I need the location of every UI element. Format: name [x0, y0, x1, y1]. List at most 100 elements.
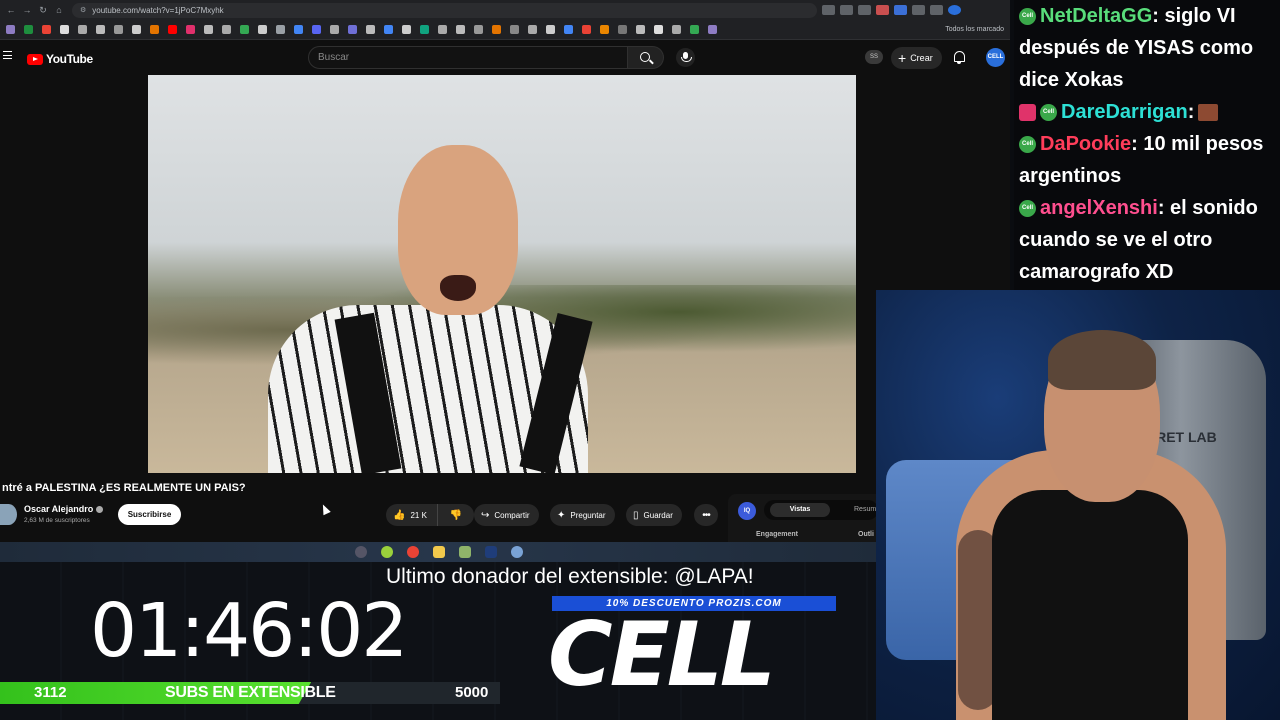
vidiq-logo[interactable]: IQ	[738, 502, 756, 520]
bookmark-icon[interactable]	[204, 25, 213, 34]
app-icon[interactable]	[459, 546, 471, 558]
more-actions-button[interactable]: •••	[694, 504, 718, 526]
bookmark-icon[interactable]	[618, 25, 627, 34]
media-control-icon[interactable]	[930, 5, 943, 15]
bookmark-icon[interactable]	[222, 25, 231, 34]
channel-avatar[interactable]	[0, 504, 17, 525]
channel-name[interactable]: Oscar Alejandro	[24, 504, 104, 514]
bookmark-icon[interactable]	[294, 25, 303, 34]
bookmark-icon[interactable]	[546, 25, 555, 34]
profile-icon[interactable]	[948, 5, 961, 15]
all-bookmarks-folder[interactable]: Todos los marcado	[945, 26, 1004, 33]
bookmark-icon[interactable]	[564, 25, 573, 34]
x-icon[interactable]	[60, 25, 69, 34]
voice-search-icon[interactable]	[676, 48, 695, 67]
gmail-icon[interactable]	[42, 25, 51, 34]
thumbs-up-icon: 👍	[393, 509, 406, 521]
bookmark-icon[interactable]	[384, 25, 393, 34]
emote-icon	[1198, 104, 1219, 122]
stream-screen: ← → ↻ ⌂ ⚙ youtube.com/watch?v=1jPoC7Mxyh…	[0, 0, 1280, 720]
chat-panel: Cell NetDeltaGG: siglo VI después de YISA…	[1014, 0, 1280, 290]
chat-username[interactable]: DaPookie	[1040, 133, 1131, 155]
share-button[interactable]: ↪ Compartir	[474, 504, 539, 526]
search-button[interactable]	[628, 46, 664, 69]
bookmark-icon[interactable]	[636, 25, 645, 34]
app-icon[interactable]	[355, 546, 367, 558]
bookmark-icon[interactable]	[438, 25, 447, 34]
search-input[interactable]: Buscar	[308, 46, 628, 69]
bookmark-icon[interactable]	[240, 25, 249, 34]
tab-vistas[interactable]: Vistas	[770, 503, 830, 517]
bookmark-icon[interactable]	[654, 25, 663, 34]
chat-username[interactable]: angelXenshi	[1040, 197, 1158, 219]
create-button[interactable]: + Crear	[891, 47, 942, 69]
bookmark-icon[interactable]	[600, 25, 609, 34]
chat-username[interactable]: NetDeltaGG	[1040, 5, 1152, 27]
bookmark-icon[interactable]	[492, 25, 501, 34]
bookmark-icon[interactable]	[312, 25, 321, 34]
bookmark-icon[interactable]	[366, 25, 375, 34]
last-donor-text: Ultimo donador del extensible: @LAPA!	[386, 565, 754, 588]
sparkle-icon: ✦	[557, 509, 566, 521]
home-icon[interactable]: ⌂	[54, 5, 64, 15]
youtube-bookmark-icon[interactable]	[168, 25, 177, 34]
bookmark-icon[interactable]	[420, 25, 429, 34]
tab-resumen[interactable]: Resum	[854, 503, 876, 517]
save-button[interactable]: ▯ Guardar	[626, 504, 682, 526]
bookmark-star-icon[interactable]	[858, 5, 871, 15]
youtube-play-icon	[27, 53, 43, 65]
chat-message: Cell DareDarrigan:	[1014, 96, 1280, 128]
bookmark-icon[interactable]	[78, 25, 87, 34]
drive-icon[interactable]	[690, 25, 699, 34]
bookmark-icon[interactable]	[402, 25, 411, 34]
bookmark-icon[interactable]	[24, 25, 33, 34]
bookmark-icon[interactable]	[528, 25, 537, 34]
bookmark-icon[interactable]	[582, 25, 591, 34]
chrome-icon[interactable]	[407, 546, 419, 558]
app-icon[interactable]	[511, 546, 523, 558]
forward-icon[interactable]: →	[22, 5, 32, 15]
bookmark-icon[interactable]	[6, 25, 15, 34]
bookmark-icon[interactable]	[258, 25, 267, 34]
extensions-puzzle-icon[interactable]	[912, 5, 925, 15]
bookmark-icon[interactable]	[150, 25, 159, 34]
instagram-icon[interactable]	[186, 25, 195, 34]
extension-badge[interactable]: SS	[865, 50, 883, 64]
save-label: Guardar	[643, 510, 673, 520]
bookmark-icon[interactable]	[456, 25, 465, 34]
like-button[interactable]: 👍 21 K	[386, 504, 438, 526]
outlier-label: Outli	[858, 531, 874, 538]
photoshop-icon[interactable]	[485, 546, 497, 558]
address-bar[interactable]: ⚙ youtube.com/watch?v=1jPoC7Mxyhk	[72, 2, 817, 18]
notifications-bell-icon[interactable]	[954, 51, 965, 64]
chat-username[interactable]: DareDarrigan	[1061, 101, 1188, 123]
bookmark-icon[interactable]	[348, 25, 357, 34]
youtube-logo[interactable]: YouTube	[27, 52, 93, 66]
site-info-icon[interactable]: ⚙	[80, 6, 86, 14]
reload-icon[interactable]: ↻	[38, 5, 48, 16]
bookmark-icon[interactable]	[474, 25, 483, 34]
mouse-cursor-icon	[319, 502, 331, 516]
hamburger-menu-icon[interactable]	[3, 51, 12, 59]
dislike-button[interactable]: 👎	[438, 510, 474, 521]
account-avatar[interactable]: CELL	[986, 48, 1005, 67]
bookmark-icon[interactable]	[672, 25, 681, 34]
extension-icon[interactable]	[876, 5, 889, 15]
extension-icon[interactable]	[894, 5, 907, 15]
bookmark-icon[interactable]	[510, 25, 519, 34]
share-page-icon[interactable]	[840, 5, 853, 15]
bookmark-icon[interactable]	[330, 25, 339, 34]
video-player[interactable]	[148, 75, 856, 473]
bookmark-icon[interactable]	[276, 25, 285, 34]
bookmark-icon[interactable]	[114, 25, 123, 34]
ask-button[interactable]: ✦ Preguntar	[550, 504, 615, 526]
bookmark-icon[interactable]	[96, 25, 105, 34]
back-icon[interactable]: ←	[6, 5, 16, 15]
chat-message: Cell NetDeltaGG: siglo VI después de YISA…	[1014, 0, 1280, 96]
zoom-icon[interactable]	[822, 5, 835, 15]
app-icon[interactable]	[381, 546, 393, 558]
bookmark-icon[interactable]	[708, 25, 717, 34]
file-explorer-icon[interactable]	[433, 546, 445, 558]
subscribe-button[interactable]: Suscribirse	[118, 504, 181, 525]
bookmark-icon[interactable]	[132, 25, 141, 34]
